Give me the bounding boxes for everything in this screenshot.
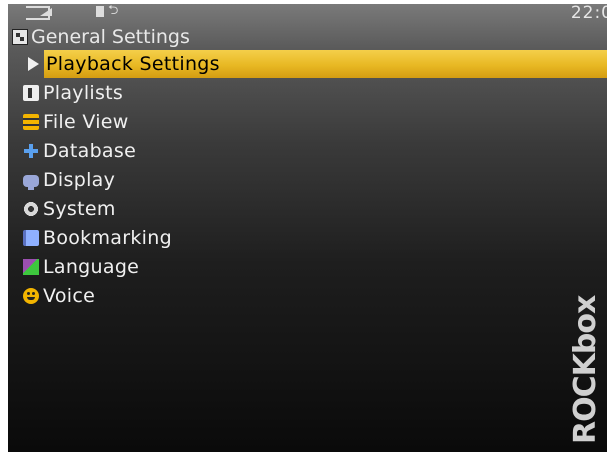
logo-text: ROCKbox (568, 295, 603, 444)
rockbox-logo: ROCKbox (568, 295, 603, 444)
page-title: General Settings (31, 26, 190, 48)
device-screen: ⮌ 22:0 General Settings Playback Setting… (8, 4, 607, 452)
playlist-icon (23, 85, 39, 101)
gear-icon (23, 201, 39, 217)
menu-item-label: Language (43, 256, 140, 278)
volume-icon (40, 8, 52, 16)
display-icon (23, 175, 39, 190)
clock: 22:0 (570, 4, 607, 23)
menu-item-label: Bookmarking (43, 227, 172, 249)
play-cursor-icon (28, 57, 39, 71)
menu-item-label: Playback Settings (46, 53, 220, 75)
menu-item-display[interactable]: Display (8, 166, 607, 194)
menu-item-playlists[interactable]: Playlists (8, 79, 607, 107)
menu-item-label: File View (43, 111, 129, 133)
menu-item-playback-settings[interactable]: Playback Settings (44, 50, 607, 78)
voice-icon (23, 288, 39, 304)
bookmark-icon (23, 230, 39, 246)
menu-item-label: Display (43, 169, 116, 191)
playback-status-icon (96, 6, 104, 17)
menu-item-system[interactable]: System (8, 195, 607, 223)
status-bar: ⮌ 22:0 (8, 4, 607, 22)
folder-icon (23, 114, 39, 130)
menu-item-database[interactable]: Database (8, 137, 607, 165)
menu-item-language[interactable]: Language (8, 253, 607, 281)
menu-item-label: Database (43, 140, 137, 162)
menu-item-label: System (43, 198, 116, 220)
language-icon (23, 259, 39, 275)
menu-item-bookmarking[interactable]: Bookmarking (8, 224, 607, 252)
settings-icon (12, 29, 28, 45)
menu-title: General Settings (12, 24, 190, 50)
menu-item-label: Playlists (43, 82, 124, 104)
repeat-icon: ⮌ (108, 4, 119, 18)
menu-item-file-view[interactable]: File View (8, 108, 607, 136)
menu-item-label: Voice (43, 285, 96, 307)
database-plus-icon (23, 143, 39, 159)
menu-item-voice[interactable]: Voice (8, 282, 607, 310)
